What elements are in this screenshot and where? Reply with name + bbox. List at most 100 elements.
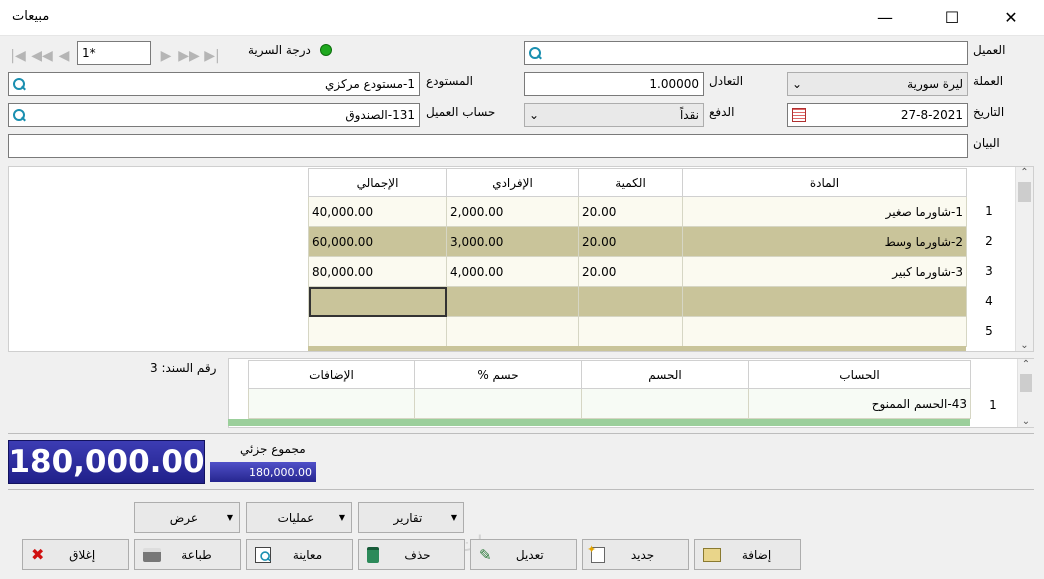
date-field[interactable]: 27-8-2021 bbox=[787, 103, 968, 127]
table-row[interactable]: 3-شاورما كبير 20.00 4,000.00 80,000.00 bbox=[308, 256, 967, 287]
date-label: التاريخ bbox=[973, 105, 1005, 119]
caret-down-icon: ▼ bbox=[226, 513, 233, 522]
add-button[interactable]: إضافة bbox=[694, 539, 801, 570]
table-row[interactable] bbox=[308, 316, 967, 347]
table-row[interactable]: 2-شاورما وسط 20.00 3,000.00 60,000.00 bbox=[308, 226, 967, 257]
edit-button[interactable]: ✎ تعديل bbox=[470, 539, 577, 570]
currency-select[interactable]: ⌄ ليرة سورية bbox=[787, 72, 968, 96]
cell-material[interactable]: 1-شاورما صغير bbox=[682, 196, 967, 227]
search-icon[interactable] bbox=[13, 77, 26, 91]
cell-unit-price[interactable] bbox=[446, 286, 579, 317]
close-window-button[interactable]: ✕ bbox=[988, 0, 1034, 34]
cell-quantity[interactable]: 20.00 bbox=[578, 196, 683, 227]
caret-down-icon: ▼ bbox=[450, 513, 457, 522]
cell-material[interactable]: 3-شاورما كبير bbox=[682, 256, 967, 287]
warehouse-label: المستودع bbox=[426, 74, 473, 88]
cell-total[interactable]: 40,000.00 bbox=[308, 196, 447, 227]
magnifier-icon bbox=[260, 550, 270, 561]
calendar-icon[interactable] bbox=[792, 108, 806, 122]
operations-dropdown[interactable]: عمليات ▼ bbox=[246, 502, 352, 533]
cell-additions[interactable] bbox=[248, 388, 415, 419]
row-number: 5 bbox=[975, 316, 1003, 346]
chevron-down-icon: ⌄ bbox=[529, 108, 540, 122]
column-header-quantity[interactable]: الكمية bbox=[578, 168, 683, 197]
cell-quantity[interactable]: 20.00 bbox=[578, 256, 683, 287]
maximize-button[interactable]: ☐ bbox=[929, 0, 975, 34]
cell-total[interactable]: 60,000.00 bbox=[308, 226, 447, 257]
search-icon[interactable] bbox=[13, 108, 26, 122]
next-record-icon[interactable]: ▶ bbox=[157, 45, 175, 67]
cell-quantity[interactable] bbox=[578, 316, 683, 347]
column-header-discount-pct[interactable]: حسم % bbox=[414, 360, 582, 389]
table-row[interactable]: 1-شاورما صغير 20.00 2,000.00 40,000.00 bbox=[308, 196, 967, 227]
cell-quantity[interactable] bbox=[578, 286, 683, 317]
customer-account-field[interactable]: 131-الصندوق bbox=[8, 103, 420, 127]
statement-label: البيان bbox=[973, 136, 1000, 150]
record-number-input[interactable]: 1* bbox=[77, 41, 151, 65]
prev-record-icon[interactable]: ◀ bbox=[55, 45, 73, 67]
scroll-up-icon[interactable]: ⌃ bbox=[1016, 167, 1033, 178]
column-header-additions[interactable]: الإضافات bbox=[248, 360, 415, 389]
cell-total-selected[interactable] bbox=[308, 286, 447, 317]
print-button[interactable]: طباعة bbox=[134, 539, 241, 570]
voucher-number: رقم السند: 3 bbox=[150, 361, 217, 375]
cell-material[interactable] bbox=[682, 286, 967, 317]
cell-unit-price[interactable]: 4,000.00 bbox=[446, 256, 579, 287]
payment-select[interactable]: ⌄ نقداً bbox=[524, 103, 704, 127]
close-button[interactable]: ✖ إغلاق bbox=[22, 539, 129, 570]
statement-field[interactable] bbox=[8, 134, 968, 158]
caret-down-icon: ▼ bbox=[338, 513, 345, 522]
column-header-discount[interactable]: الحسم bbox=[581, 360, 749, 389]
discount-scrollbar[interactable]: ⌃ ⌄ bbox=[1017, 359, 1034, 427]
cell-discount-pct[interactable] bbox=[414, 388, 582, 419]
secrecy-status-icon bbox=[320, 44, 332, 56]
delete-button[interactable]: حذف bbox=[358, 539, 465, 570]
customer-label: العميل bbox=[973, 43, 1006, 57]
items-table: المادة الكمية الإفرادي الإجمالي 1-شاورما… bbox=[308, 168, 967, 350]
payment-label: الدفع bbox=[709, 105, 735, 119]
star-icon: ✦ bbox=[587, 542, 597, 556]
customer-field[interactable] bbox=[524, 41, 968, 65]
row-number: 1 bbox=[975, 196, 1003, 226]
column-header-material[interactable]: المادة bbox=[682, 168, 967, 197]
row-number: 2 bbox=[975, 226, 1003, 256]
rewind-icon[interactable]: ◀◀ bbox=[30, 45, 54, 67]
cell-discount[interactable] bbox=[581, 388, 749, 419]
cell-quantity[interactable]: 20.00 bbox=[578, 226, 683, 257]
scroll-down-icon[interactable]: ⌄ bbox=[1016, 340, 1033, 351]
scroll-up-icon[interactable]: ⌃ bbox=[1018, 359, 1034, 370]
fast-forward-icon[interactable]: ▶▶ bbox=[177, 45, 201, 67]
cell-unit-price[interactable] bbox=[446, 316, 579, 347]
grid-bottom-strip bbox=[308, 346, 966, 351]
cell-account[interactable]: 43-الحسم الممنوح bbox=[748, 388, 971, 419]
reports-dropdown[interactable]: تقارير ▼ bbox=[358, 502, 464, 533]
scroll-down-icon[interactable]: ⌄ bbox=[1018, 416, 1034, 427]
cell-total[interactable] bbox=[308, 316, 447, 347]
scroll-thumb[interactable] bbox=[1018, 182, 1031, 202]
column-header-total[interactable]: الإجمالي bbox=[308, 168, 447, 197]
table-row[interactable]: 43-الحسم الممنوح bbox=[248, 388, 971, 419]
column-header-unit-price[interactable]: الإفرادي bbox=[446, 168, 579, 197]
first-record-icon[interactable]: |◀ bbox=[8, 45, 28, 67]
warehouse-field[interactable]: 1-مستودع مركزي bbox=[8, 72, 420, 96]
items-scrollbar[interactable]: ⌃ ⌄ bbox=[1015, 167, 1033, 351]
new-document-icon: ✦ bbox=[587, 543, 605, 563]
cell-total[interactable]: 80,000.00 bbox=[308, 256, 447, 287]
subtotal-display: 180,000.00 bbox=[210, 462, 316, 482]
view-dropdown[interactable]: عرض ▼ bbox=[134, 502, 240, 533]
new-button[interactable]: ✦ جديد bbox=[582, 539, 689, 570]
last-record-icon[interactable]: ▶| bbox=[202, 45, 222, 67]
table-row[interactable] bbox=[308, 286, 967, 317]
preview-button[interactable]: معاينة bbox=[246, 539, 353, 570]
cell-unit-price[interactable]: 2,000.00 bbox=[446, 196, 579, 227]
secrecy-label: درجة السرية bbox=[248, 43, 311, 57]
edit-icon: ✎ bbox=[479, 545, 492, 564]
rate-field[interactable]: 1.00000 bbox=[524, 72, 704, 96]
minimize-button[interactable]: — bbox=[862, 0, 908, 34]
column-header-account[interactable]: الحساب bbox=[748, 360, 971, 389]
cell-material[interactable] bbox=[682, 316, 967, 347]
scroll-thumb[interactable] bbox=[1020, 374, 1032, 392]
search-icon[interactable] bbox=[529, 46, 542, 60]
cell-unit-price[interactable]: 3,000.00 bbox=[446, 226, 579, 257]
cell-material[interactable]: 2-شاورما وسط bbox=[682, 226, 967, 257]
